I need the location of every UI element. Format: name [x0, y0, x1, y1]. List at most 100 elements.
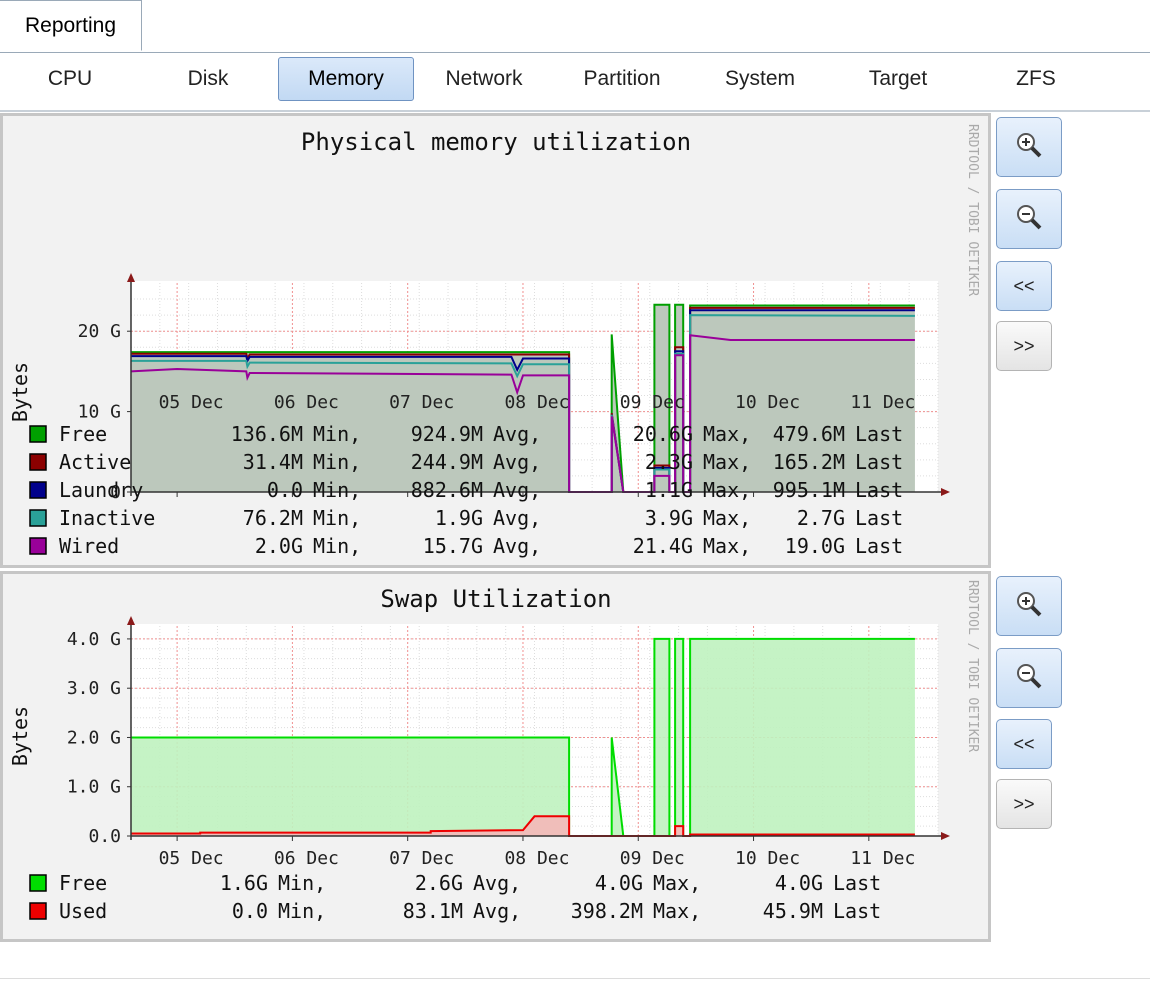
- legend-avg-label: Avg,: [473, 899, 521, 923]
- legend-min-label: Min,: [313, 450, 361, 474]
- legend-min: 0.0: [232, 899, 268, 923]
- legend-max-label: Max,: [653, 899, 701, 923]
- x-tick-label: 06 Dec: [274, 848, 339, 869]
- legend-last: 4.0G: [775, 871, 823, 895]
- y-axis-arrow: [127, 616, 135, 625]
- y-tick-label: 3.0 G: [67, 678, 121, 699]
- legend-max-label: Max,: [653, 871, 701, 895]
- legend-last-label: Last: [855, 478, 903, 502]
- watermark: RRDTOOL / TOBI OETIKER: [965, 580, 980, 752]
- x-tick-label: 10 Dec: [735, 392, 800, 413]
- legend-max: 21.4G: [633, 534, 693, 558]
- legend-avg: 2.6G: [415, 871, 463, 895]
- swap-graph: 05 Dec 06 Dec 07 Dec 08 Dec 09 Dec 10 Dec 11 D…: [0, 571, 991, 942]
- legend-name: Active: [59, 450, 131, 474]
- legend-swatch: [29, 425, 47, 443]
- legend-min: 31.4M: [243, 450, 303, 474]
- y-tick-label: 2.0 G: [67, 727, 121, 748]
- swap-chart: 05 Dec 06 Dec 07 Dec 08 Dec 09 Dec 10 Dec 11 D…: [8, 580, 980, 923]
- legend-last-label: Last: [833, 871, 881, 895]
- zoom-out-button-memory[interactable]: [996, 189, 1062, 249]
- legend-last-label: Last: [855, 534, 903, 558]
- legend-max-label: Max,: [703, 478, 751, 502]
- legend-max: 4.0G: [595, 871, 643, 895]
- tab-cpu[interactable]: CPU: [2, 57, 138, 101]
- zoom-in-icon: [1014, 130, 1044, 165]
- x-axis-arrow: [941, 488, 950, 496]
- legend-swatch: [29, 537, 47, 555]
- legend-swatch: [29, 509, 47, 527]
- physical-memory-chart: 05 Dec 06 Dec 07 Dec 08 Dec 09 Dec 10 Dec 11 D…: [8, 124, 980, 558]
- legend-min: 136.6M: [231, 422, 303, 446]
- zoom-out-icon: [1014, 661, 1044, 696]
- legend-last-label: Last: [855, 422, 903, 446]
- legend-avg: 924.9M: [411, 422, 483, 446]
- tab-zfs[interactable]: ZFS: [968, 57, 1104, 101]
- legend-last: 479.6M: [773, 422, 845, 446]
- y-tick-label: 10 G: [78, 402, 121, 423]
- x-tick-label: 08 Dec: [504, 848, 569, 869]
- tab-reporting[interactable]: Reporting: [0, 0, 142, 51]
- legend-last: 45.9M: [763, 899, 823, 923]
- x-tick-label: 07 Dec: [389, 848, 454, 869]
- legend-min: 2.0G: [255, 534, 303, 558]
- legend-avg: 15.7G: [423, 534, 483, 558]
- legend-min-label: Min,: [313, 422, 361, 446]
- legend-name: Used: [59, 899, 107, 923]
- x-tick-label: 09 Dec: [620, 848, 685, 869]
- x-tick-label: 11 Dec: [850, 392, 915, 413]
- y-axis-label: Bytes: [8, 362, 32, 422]
- legend-min: 76.2M: [243, 506, 303, 530]
- tab-memory[interactable]: Memory: [278, 57, 414, 101]
- x-axis-arrow: [941, 832, 950, 840]
- legend-max-label: Max,: [703, 422, 751, 446]
- legend-max-label: Max,: [703, 534, 751, 558]
- x-tick-label: 08 Dec: [504, 392, 569, 413]
- legend-avg-label: Avg,: [493, 422, 541, 446]
- legend-max-label: Max,: [703, 450, 751, 474]
- legend-avg: 244.9M: [411, 450, 483, 474]
- legend-max: 2.3G: [645, 450, 693, 474]
- tab-separator: [0, 110, 1150, 112]
- y-tick-label: 20 G: [78, 321, 121, 342]
- legend-min-label: Min,: [278, 899, 326, 923]
- x-tick-label: 05 Dec: [159, 392, 224, 413]
- chart-title: Physical memory utilization: [301, 128, 691, 156]
- legend-last: 995.1M: [773, 478, 845, 502]
- legend-item: Used 0.0 Min, 83.1M Avg, 398.2M Max, 45.9M Last: [29, 899, 881, 923]
- watermark: RRDTOOL / TOBI OETIKER: [965, 124, 980, 296]
- zoom-in-button-memory[interactable]: [996, 117, 1062, 177]
- legend-avg: 83.1M: [403, 899, 463, 923]
- legend-min-label: Min,: [313, 478, 361, 502]
- legend-last: 2.7G: [797, 506, 845, 530]
- tab-system[interactable]: System: [692, 57, 828, 101]
- main-tab-bar: Reporting: [0, 0, 1150, 53]
- legend-avg: 882.6M: [411, 478, 483, 502]
- legend-min-label: Min,: [278, 871, 326, 895]
- next-button-memory[interactable]: >>: [996, 321, 1052, 371]
- tab-network[interactable]: Network: [416, 57, 552, 101]
- zoom-out-button-swap[interactable]: [996, 648, 1062, 708]
- x-tick-label: 06 Dec: [274, 392, 339, 413]
- legend-min: 1.6G: [220, 871, 268, 895]
- tab-target[interactable]: Target: [830, 57, 966, 101]
- zoom-in-button-swap[interactable]: [996, 576, 1062, 636]
- prev-button-swap[interactable]: <<: [996, 719, 1052, 769]
- legend-name: Wired: [59, 534, 119, 558]
- legend-name: Laundry: [59, 478, 143, 502]
- y-tick-label: 4.0 G: [67, 629, 121, 650]
- legend-max: 3.9G: [645, 506, 693, 530]
- x-tick-label: 05 Dec: [159, 848, 224, 869]
- next-button-swap[interactable]: >>: [996, 779, 1052, 829]
- legend-avg: 1.9G: [435, 506, 483, 530]
- legend-avg-label: Avg,: [493, 506, 541, 530]
- tab-disk[interactable]: Disk: [140, 57, 276, 101]
- prev-button-memory[interactable]: <<: [996, 261, 1052, 311]
- tab-partition[interactable]: Partition: [554, 57, 690, 101]
- physical-memory-graph: 05 Dec 06 Dec 07 Dec 08 Dec 09 Dec 10 Dec 11 D…: [0, 113, 991, 568]
- legend-name: Free: [59, 871, 107, 895]
- legend-swatch: [29, 902, 47, 920]
- x-tick-label: 09 Dec: [620, 392, 685, 413]
- legend-last-label: Last: [855, 450, 903, 474]
- legend-swatch: [29, 481, 47, 499]
